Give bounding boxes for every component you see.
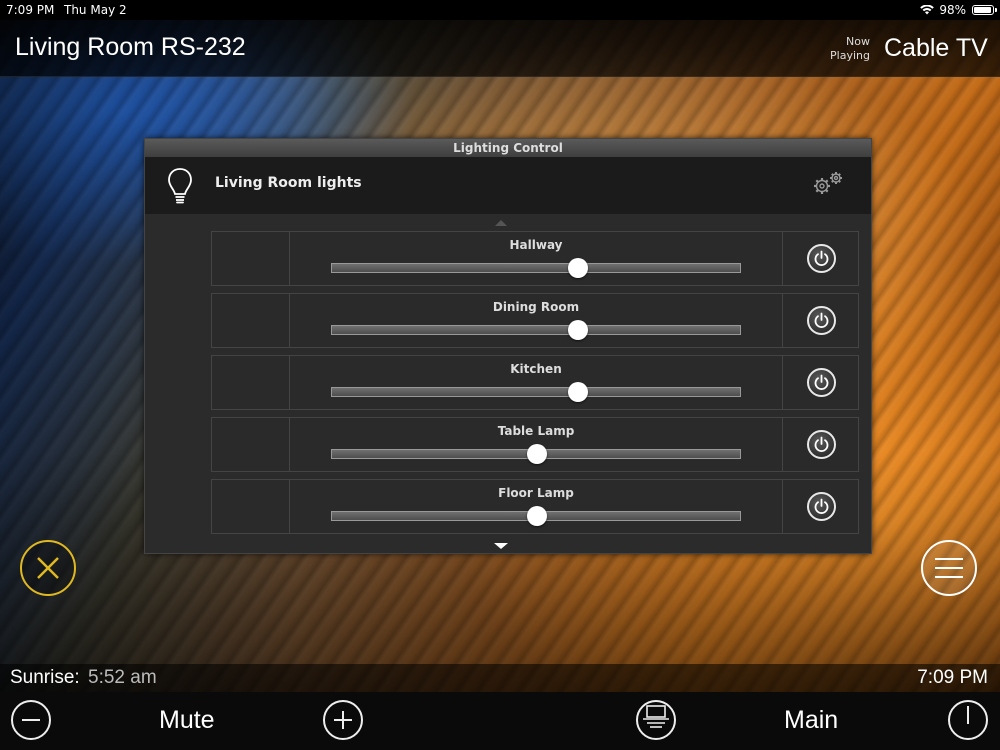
power-button[interactable] bbox=[948, 700, 988, 740]
power-icon bbox=[814, 436, 829, 452]
light-power-button[interactable] bbox=[807, 430, 836, 459]
scroll-up-arrow-icon[interactable] bbox=[495, 220, 507, 226]
clock: 7:09 PM bbox=[917, 667, 988, 688]
power-icon bbox=[814, 312, 829, 328]
wifi-icon bbox=[920, 5, 934, 15]
status-time: 7:09 PM bbox=[6, 3, 55, 17]
battery-icon bbox=[972, 5, 997, 15]
mute-button[interactable]: Mute bbox=[159, 706, 215, 735]
light-name: Hallway bbox=[509, 238, 563, 252]
dimmer-slider-handle[interactable] bbox=[568, 320, 588, 340]
menu-button[interactable] bbox=[921, 540, 977, 596]
light-row-icon-cell bbox=[212, 232, 290, 285]
dimmer-slider[interactable] bbox=[331, 258, 741, 278]
sunrise-label: Sunrise: bbox=[10, 667, 80, 688]
light-power-button[interactable] bbox=[807, 492, 836, 521]
dialog-title: Lighting Control bbox=[145, 139, 871, 157]
dimmer-slider[interactable] bbox=[331, 320, 741, 340]
light-list: Hallway Dining Room Kitchen Table Lamp Floor… bbox=[211, 231, 861, 541]
lighting-control-dialog: Lighting Control Living Room lights Hall… bbox=[144, 138, 872, 554]
light-power-cell bbox=[782, 418, 859, 471]
display-button[interactable] bbox=[636, 700, 676, 740]
light-name: Table Lamp bbox=[497, 424, 575, 438]
dimmer-slider[interactable] bbox=[331, 382, 741, 402]
current-source[interactable]: Cable TV bbox=[884, 34, 988, 63]
light-row: Kitchen bbox=[211, 355, 859, 410]
light-name: Dining Room bbox=[492, 300, 580, 314]
dimmer-slider[interactable] bbox=[331, 444, 741, 464]
power-icon bbox=[967, 706, 969, 724]
lightbulb-icon bbox=[168, 168, 192, 204]
light-row: Dining Room bbox=[211, 293, 859, 348]
battery-percent: 98% bbox=[939, 3, 966, 17]
light-row: Floor Lamp bbox=[211, 479, 859, 534]
light-row-icon-cell bbox=[212, 418, 290, 471]
power-icon bbox=[814, 250, 829, 266]
now-playing-line2: Playing bbox=[830, 49, 870, 62]
bottom-toolbar: Mute Main bbox=[0, 692, 1000, 750]
light-power-cell bbox=[782, 294, 859, 347]
dimmer-slider-handle[interactable] bbox=[527, 506, 547, 526]
light-name: Floor Lamp bbox=[498, 486, 574, 500]
light-power-cell bbox=[782, 480, 859, 533]
display-icon bbox=[643, 705, 669, 728]
dimmer-slider-handle[interactable] bbox=[568, 382, 588, 402]
light-group-name: Living Room lights bbox=[215, 175, 362, 191]
light-group-bar: Living Room lights bbox=[145, 157, 871, 214]
info-bar: Sunrise: 5:52 am 7:09 PM bbox=[0, 664, 1000, 692]
light-row-icon-cell bbox=[212, 480, 290, 533]
light-row-icon-cell bbox=[212, 294, 290, 347]
light-power-button[interactable] bbox=[807, 368, 836, 397]
light-row: Hallway bbox=[211, 231, 859, 286]
hamburger-menu-icon bbox=[935, 558, 963, 578]
volume-up-button[interactable] bbox=[323, 700, 363, 740]
light-row-icon-cell bbox=[212, 356, 290, 409]
light-power-cell bbox=[782, 232, 859, 285]
dimmer-slider-handle[interactable] bbox=[568, 258, 588, 278]
scroll-down-arrow-icon[interactable] bbox=[494, 543, 508, 549]
close-button[interactable] bbox=[20, 540, 76, 596]
status-date: Thu May 2 bbox=[64, 3, 127, 17]
light-power-button[interactable] bbox=[807, 244, 836, 273]
sunrise-time: 5:52 am bbox=[88, 667, 157, 688]
minus-icon bbox=[22, 719, 40, 721]
header-bar: Living Room RS-232 Now Playing Cable TV bbox=[0, 20, 1000, 77]
light-name: Kitchen bbox=[510, 362, 562, 376]
now-playing-label: Now Playing bbox=[826, 35, 870, 63]
volume-down-button[interactable] bbox=[11, 700, 51, 740]
light-power-button[interactable] bbox=[807, 306, 836, 335]
room-title[interactable]: Living Room RS-232 bbox=[15, 33, 246, 62]
power-icon bbox=[814, 374, 829, 390]
plus-icon bbox=[334, 711, 352, 729]
power-icon bbox=[814, 498, 829, 514]
dimmer-slider[interactable] bbox=[331, 506, 741, 526]
light-row: Table Lamp bbox=[211, 417, 859, 472]
dimmer-slider-handle[interactable] bbox=[527, 444, 547, 464]
main-zone-button[interactable]: Main bbox=[784, 706, 838, 735]
ios-status-bar: 7:09 PM Thu May 2 98% bbox=[0, 0, 1000, 20]
now-playing-line1: Now bbox=[846, 35, 870, 48]
close-x-icon bbox=[37, 557, 59, 579]
light-power-cell bbox=[782, 356, 859, 409]
settings-gears-icon[interactable] bbox=[809, 169, 847, 199]
